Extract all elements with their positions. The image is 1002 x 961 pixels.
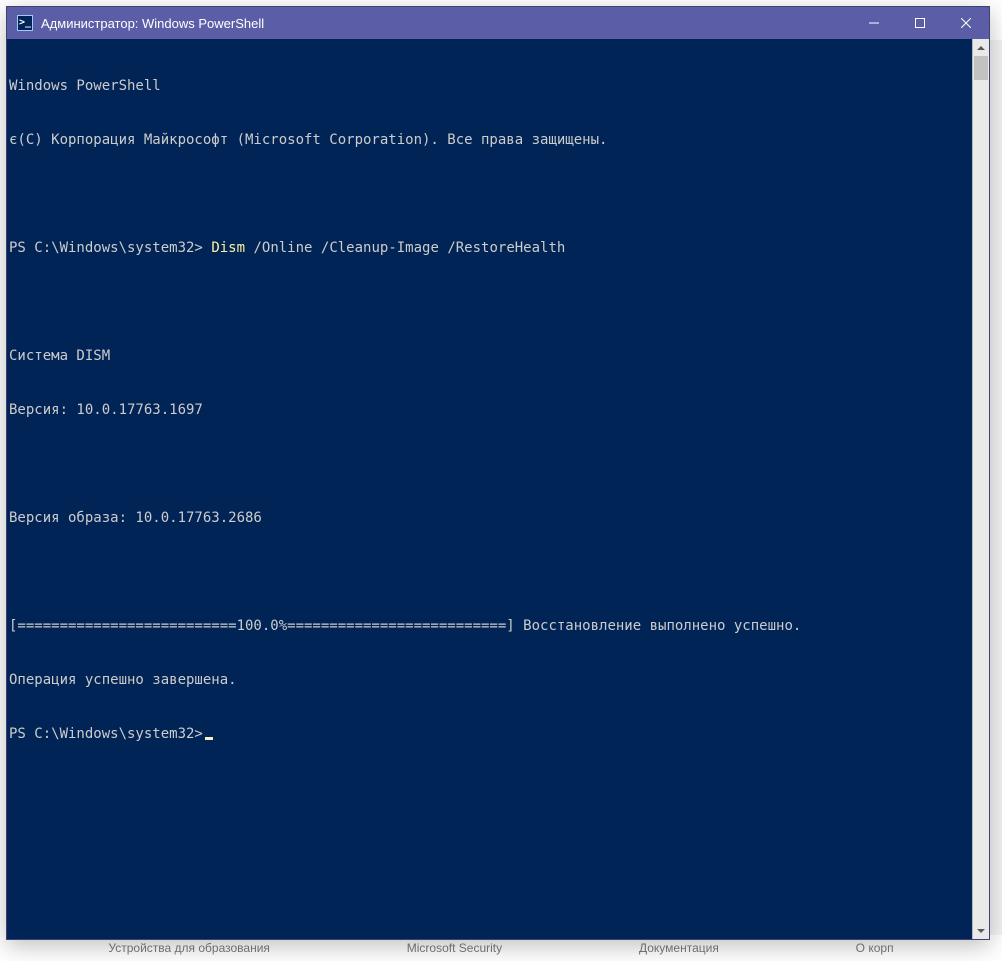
prompt-text: PS C:\Windows\system32> xyxy=(9,240,203,256)
scroll-down-button[interactable] xyxy=(973,922,989,939)
close-icon xyxy=(961,18,971,28)
maximize-button[interactable] xyxy=(897,7,943,39)
minimize-icon xyxy=(869,18,879,28)
console-prompt-line: PS C:\Windows\system32> xyxy=(7,725,972,743)
background-strip xyxy=(988,40,1002,935)
console-prompt-line: PS C:\Windows\system32> Dism /Online /Cl… xyxy=(7,239,972,257)
bg-link: Документация xyxy=(639,941,719,955)
command-name: Dism xyxy=(211,240,245,256)
vertical-scrollbar[interactable] xyxy=(972,39,989,939)
titlebar-drag-region[interactable] xyxy=(264,7,851,39)
powershell-icon: >_ xyxy=(17,15,33,31)
scrollbar-track[interactable] xyxy=(973,56,989,922)
console-line xyxy=(7,185,972,203)
console-output[interactable]: Windows PowerShell є(C) Корпорация Майкр… xyxy=(7,39,972,939)
window-controls xyxy=(851,7,989,39)
console-line: є(C) Корпорация Майкрософт (Microsoft Co… xyxy=(7,131,972,149)
console-line: Windows PowerShell xyxy=(7,77,972,95)
chevron-down-icon xyxy=(977,927,985,935)
minimize-button[interactable] xyxy=(851,7,897,39)
console-line: Система DISM xyxy=(7,347,972,365)
console-area: Windows PowerShell є(C) Корпорация Майкр… xyxy=(7,39,989,939)
powershell-window: >_ Администратор: Windows PowerShell Win… xyxy=(6,6,990,940)
console-line: Операция успешно завершена. xyxy=(7,671,972,689)
console-line: Версия: 10.0.17763.1697 xyxy=(7,401,972,419)
window-title: Администратор: Windows PowerShell xyxy=(41,16,264,31)
chevron-up-icon xyxy=(977,44,985,52)
bg-link: Microsoft Security xyxy=(407,941,502,955)
text-cursor xyxy=(205,737,213,740)
command-args: /Online /Cleanup-Image /RestoreHealth xyxy=(245,240,565,256)
maximize-icon xyxy=(915,18,925,28)
console-line xyxy=(7,455,972,473)
console-line: [==========================100.0%=======… xyxy=(7,617,972,635)
bg-link: О корп xyxy=(856,941,894,955)
console-line xyxy=(7,563,972,581)
scrollbar-thumb[interactable] xyxy=(974,56,988,80)
console-line: Версия образа: 10.0.17763.2686 xyxy=(7,509,972,527)
titlebar[interactable]: >_ Администратор: Windows PowerShell xyxy=(7,7,989,39)
console-line xyxy=(7,293,972,311)
bg-link: Устройства для образования xyxy=(108,941,270,955)
scroll-up-button[interactable] xyxy=(973,39,989,56)
close-button[interactable] xyxy=(943,7,989,39)
prompt-text: PS C:\Windows\system32> xyxy=(9,726,203,742)
